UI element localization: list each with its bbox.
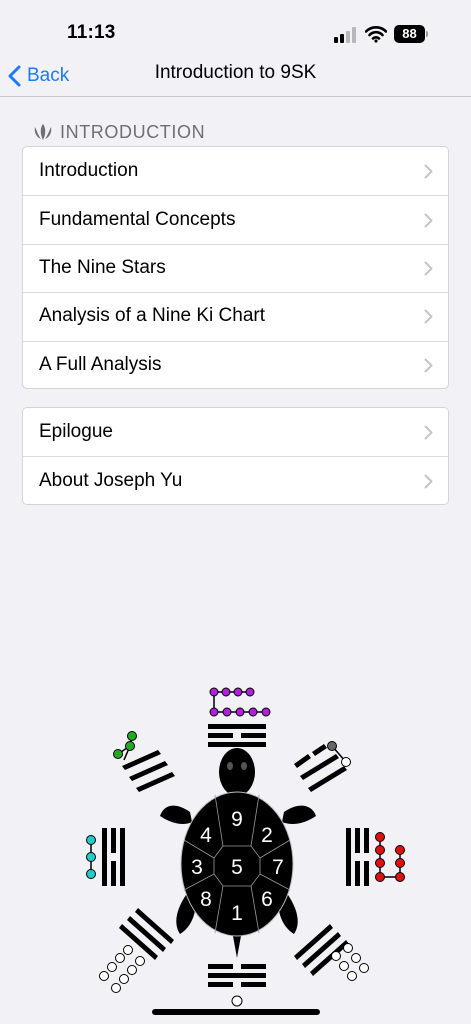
chevron-right-icon	[424, 164, 433, 179]
shell-number-left: 3	[191, 856, 203, 879]
list-item-label: Fundamental Concepts	[39, 208, 236, 230]
trigram-right	[346, 828, 405, 886]
trigram-top-right	[294, 741, 351, 792]
back-button[interactable]: Back	[8, 61, 69, 91]
battery-tip	[426, 31, 428, 37]
shell-number-bottom-right: 6	[261, 888, 273, 911]
status-bar: 11:13 88	[0, 0, 471, 56]
home-indicator[interactable]	[152, 1009, 320, 1015]
list-item-label: Analysis of a Nine Ki Chart	[39, 305, 265, 327]
chevron-right-icon	[424, 213, 433, 228]
section-logo-icon	[34, 124, 52, 140]
back-label: Back	[27, 65, 70, 86]
lo-shu-turtle-emblem: 9 2 7 6 1 8 3 4 5	[86, 687, 405, 1007]
list-item-a-full-analysis[interactable]: A Full Analysis	[23, 340, 448, 389]
section-header-label: INTRODUCTION	[60, 121, 206, 142]
list-item-label: Epilogue	[39, 421, 113, 443]
list-item-the-nine-stars[interactable]: The Nine Stars	[23, 243, 448, 292]
list-item-label: About Joseph Yu	[39, 469, 183, 491]
chevron-left-icon	[8, 65, 21, 87]
battery-indicator: 88	[394, 25, 428, 43]
navigation-bar: Introduction to 9SK Back	[0, 56, 471, 97]
turtle: 9 2 7 6 1 8 3 4 5	[160, 748, 316, 958]
page-title: Introduction to 9SK	[154, 62, 317, 83]
wifi-icon	[365, 26, 387, 43]
list-item-analysis-of-a-nine-ki-chart[interactable]: Analysis of a Nine Ki Chart	[23, 292, 448, 340]
trigram-top-left	[113, 731, 175, 792]
list-item-label: Introduction	[39, 160, 139, 182]
chevron-right-icon	[424, 309, 433, 324]
shell-number-top: 9	[231, 808, 243, 831]
section-header: INTRODUCTION	[32, 121, 205, 143]
shell-number-right: 7	[272, 856, 284, 879]
shell-number-center: 5	[231, 856, 243, 879]
shell-number-bottom: 1	[231, 902, 243, 925]
trigram-bottom	[208, 964, 266, 1007]
trigram-bottom-right	[294, 924, 369, 981]
battery-level: 88	[394, 25, 425, 43]
list-item-epilogue[interactable]: Epilogue	[23, 408, 448, 456]
chevron-right-icon	[424, 425, 433, 440]
list-item-fundamental-concepts[interactable]: Fundamental Concepts	[23, 195, 448, 243]
list-item-label: A Full Analysis	[39, 353, 162, 375]
chevron-right-icon	[424, 474, 433, 489]
shell-number-top-right: 2	[261, 824, 273, 847]
list-item-introduction[interactable]: Introduction	[23, 147, 448, 195]
chevron-right-icon	[424, 261, 433, 276]
chevron-right-icon	[424, 358, 433, 373]
shell-number-bottom-left: 8	[200, 888, 212, 911]
trigram-bottom-left	[99, 908, 174, 993]
chapter-list: Introduction Fundamental Concepts The Ni…	[22, 146, 449, 389]
cellular-signal-icon	[334, 27, 356, 43]
status-time: 11:13	[67, 22, 116, 43]
list-item-label: The Nine Stars	[39, 256, 166, 278]
trigram-top	[208, 687, 271, 747]
appendix-list: Epilogue About Joseph Yu	[22, 407, 449, 505]
shell-number-top-left: 4	[200, 824, 212, 847]
list-item-about-joseph-yu[interactable]: About Joseph Yu	[23, 456, 448, 504]
trigram-left	[86, 828, 125, 886]
